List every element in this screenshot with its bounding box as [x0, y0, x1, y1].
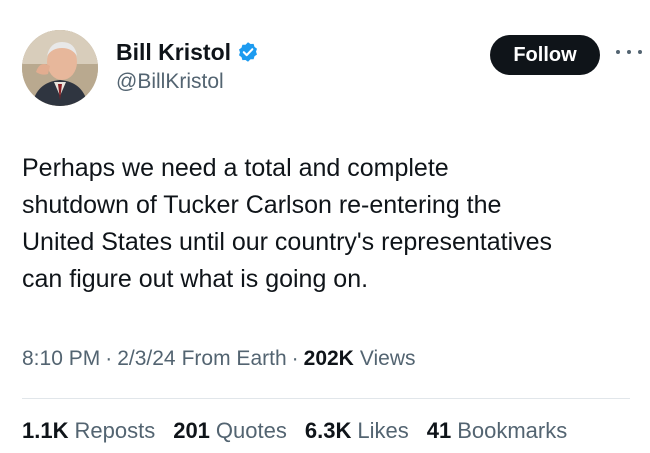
bookmarks-count: 41	[426, 418, 452, 443]
avatar-photo	[22, 30, 98, 106]
bookmarks-stat[interactable]: 41 Bookmarks	[427, 418, 568, 444]
tweet-meta: 8:10 PM · 2/3/24 From Earth · 202K Views	[22, 347, 415, 371]
views-label: Views	[359, 347, 416, 370]
bookmarks-label: Bookmarks	[457, 418, 568, 443]
tweet-header: Bill Kristol @BillKristol Follow	[22, 30, 642, 108]
engagement-stats: 1.1K Reposts 201 Quotes 6.3K Likes 41 Bookma…	[22, 418, 585, 444]
author-handle[interactable]: @BillKristol	[116, 70, 259, 94]
verified-badge-icon[interactable]	[237, 41, 259, 63]
dot	[627, 50, 631, 54]
dot	[616, 50, 620, 54]
likes-label: Likes	[357, 418, 409, 443]
separator: ·	[105, 347, 113, 370]
views-count: 202K	[303, 347, 354, 370]
avatar[interactable]	[22, 30, 98, 106]
reposts-label: Reposts	[74, 418, 156, 443]
tweet-text: Perhaps we need a total and complete shu…	[22, 154, 553, 293]
likes-count: 6.3K	[304, 418, 352, 443]
name-row: Bill Kristol	[116, 37, 259, 67]
tweet-source: From Earth	[181, 347, 287, 370]
reposts-stat[interactable]: 1.1K Reposts	[22, 418, 155, 444]
more-options-icon[interactable]	[616, 42, 642, 62]
likes-stat[interactable]: 6.3K Likes	[305, 418, 409, 444]
quotes-label: Quotes	[215, 418, 287, 443]
author-info: Bill Kristol @BillKristol	[116, 37, 259, 94]
author-name[interactable]: Bill Kristol	[116, 39, 231, 66]
follow-button[interactable]: Follow	[490, 35, 600, 75]
quotes-stat[interactable]: 201 Quotes	[173, 418, 287, 444]
divider	[22, 398, 630, 399]
tweet-date[interactable]: 2/3/24	[117, 347, 175, 371]
quotes-count: 201	[173, 418, 210, 443]
tweet-time[interactable]: 8:10 PM	[22, 347, 100, 371]
separator: ·	[291, 347, 299, 370]
reposts-count: 1.1K	[22, 418, 69, 443]
dot	[638, 50, 642, 54]
